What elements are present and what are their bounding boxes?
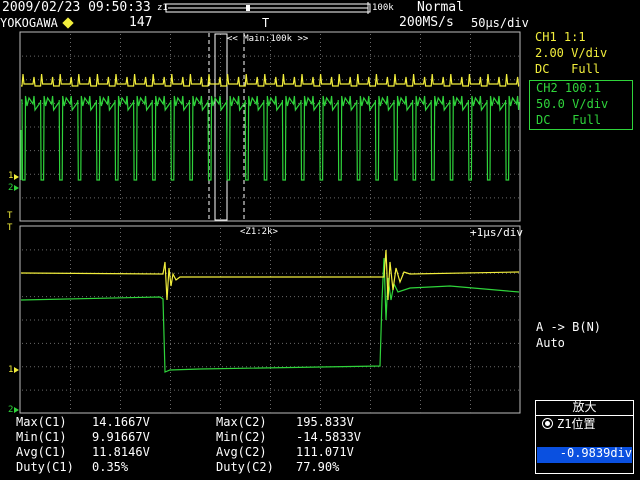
measurement-label: Avg(C2) [216, 445, 267, 459]
zoom-timebase[interactable]: +1μs/div [470, 227, 523, 239]
ch2-ground-marker-zoom: 2 [8, 405, 19, 415]
measurement-label: Min(C1) [16, 430, 67, 444]
run-indicator-icon [62, 17, 74, 29]
sample-rate: 200MS/s [399, 15, 454, 30]
datetime: 2009/02/23 09:50:33 [2, 0, 151, 15]
zoom-position-knob-icon [542, 418, 553, 429]
ch1-settings-panel[interactable]: CH1 1:1 2.00 V/div DC Full [529, 30, 633, 80]
ch1-bandwidth: Full [571, 62, 601, 76]
record-right-label: 100k [372, 3, 394, 13]
ch1-name: CH1 [535, 30, 557, 44]
measurement-value: 9.91667V [92, 430, 150, 444]
svg-text:2: 2 [8, 183, 13, 193]
measurement-value: 77.90% [296, 460, 340, 474]
measurement-label: Min(C2) [216, 430, 267, 444]
cursor-mode: A -> B(N) [536, 320, 602, 334]
measurement-value: -14.5833V [296, 430, 362, 444]
main-window-label: << Main:100k >> [227, 34, 309, 44]
record-position-indicator [246, 5, 250, 11]
zoom-panel-title: 放大 [536, 401, 633, 416]
brand-text: YOKOGAWA [0, 16, 58, 30]
ch1-ground-marker-zoom: 1 [8, 365, 19, 375]
trigger-position-marker: T [262, 16, 270, 30]
trigger-level-marker-main: T [7, 211, 13, 221]
measurement-value: 11.8146V [92, 445, 150, 459]
measurement-label: Duty(C2) [216, 460, 274, 474]
zoom-window-label: <Z1:2k> [240, 227, 278, 237]
ch2-probe: 100:1 [564, 81, 602, 95]
measurement-value: 0.35% [92, 460, 129, 474]
svg-text:T: T [7, 223, 13, 233]
measurement-label: Max(C1) [16, 415, 67, 429]
measurement-value: 14.1667V [92, 415, 150, 429]
acquisition-count: 147 [129, 15, 153, 30]
svg-text:2: 2 [8, 405, 13, 415]
zoom-control-panel[interactable]: 放大 Z1位置 -0.9839div [535, 400, 634, 474]
trigger-mode[interactable]: Normal [417, 1, 464, 15]
measurement-value: 111.071V [296, 445, 354, 459]
z1-position-row[interactable]: Z1位置 [542, 418, 595, 431]
ch2-bandwidth: Full [572, 113, 602, 127]
measurement-label: Max(C2) [216, 415, 267, 429]
svg-text:1: 1 [8, 171, 13, 181]
ch1-vdiv: 2.00 V/div [535, 46, 608, 60]
z1-position-label: Z1位置 [557, 417, 596, 431]
ch2-settings-panel[interactable]: CH2 100:1 50.0 V/div DC Full [529, 80, 633, 130]
timebase[interactable]: 50μs/div [471, 17, 529, 30]
measurement-value: 195.833V [296, 415, 354, 429]
svg-text:1: 1 [8, 365, 13, 375]
cursor-auto: Auto [536, 336, 565, 350]
measurement-label: Avg(C1) [16, 445, 67, 459]
record-left-label: z1 [157, 3, 168, 13]
ch1-coupling: DC [535, 62, 550, 76]
z1-position-value[interactable]: -0.9839div [537, 447, 632, 463]
ch2-coupling: DC [536, 113, 551, 127]
brand-logo: YOKOGAWA [0, 16, 74, 30]
ch2-ground-marker-main: 2 [8, 183, 19, 193]
ch2-vdiv: 50.0 V/div [536, 97, 609, 111]
ch2-name: CH2 [536, 81, 558, 95]
ch1-probe: 1:1 [563, 30, 586, 44]
measurement-label: Duty(C1) [16, 460, 74, 474]
trigger-level-marker-zoom: T [7, 223, 13, 233]
ch1-ground-marker-main: 1 [8, 171, 19, 181]
svg-text:T: T [7, 211, 13, 221]
